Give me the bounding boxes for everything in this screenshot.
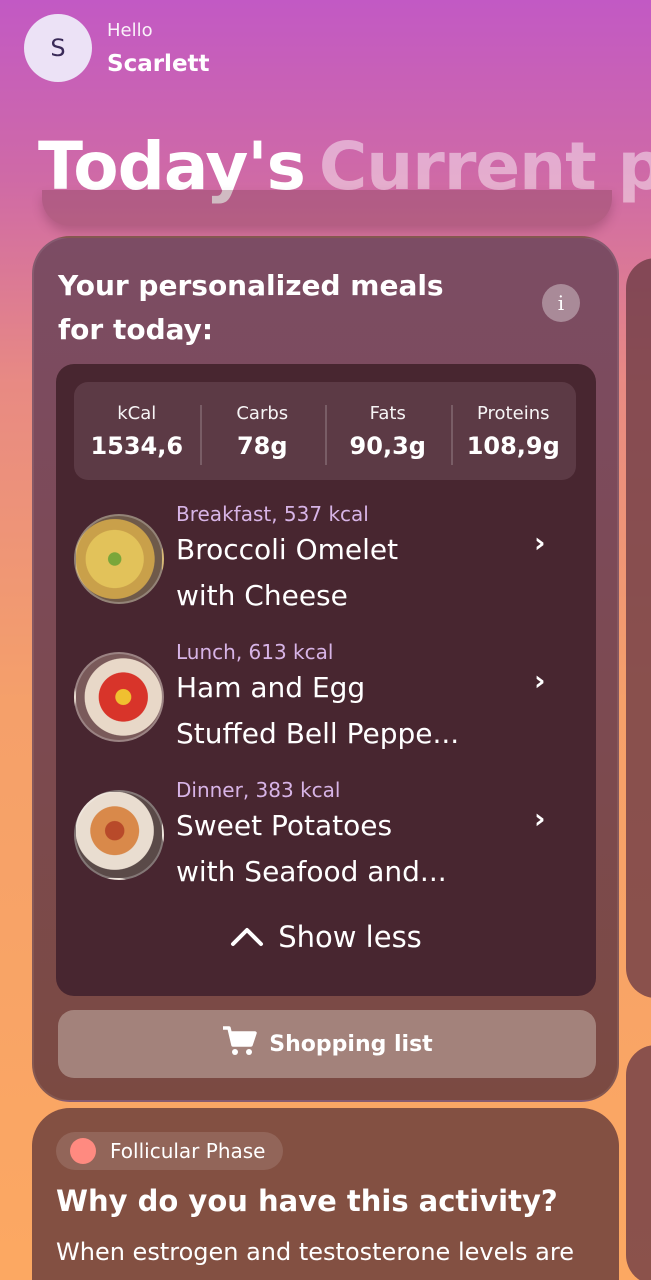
avatar[interactable]: S [24, 14, 92, 82]
meals-panel: kCal 1534,6 Carbs 78g Fats 90,3g Protein… [56, 364, 596, 996]
next-card-peek-2[interactable] [626, 1045, 651, 1280]
previous-card-edge [42, 190, 612, 226]
macro-proteins: Proteins 108,9g [450, 402, 577, 465]
phase-badge: Follicular Phase [56, 1132, 284, 1170]
shopping-list-label: Shopping list [269, 1031, 433, 1057]
meal-type-kcal: Dinner, 383 kcal [176, 778, 341, 802]
macro-kcal: kCal 1534,6 [74, 403, 200, 460]
phase-description: When estrogen and testosterone levels ar… [56, 1238, 574, 1266]
stuffed-pepper-photo [74, 652, 164, 742]
macro-value: 1534,6 [90, 431, 184, 460]
meal-type-kcal: Breakfast, 537 kcal [176, 502, 369, 526]
phase-question: Why do you have this activity? [56, 1184, 558, 1218]
user-name: Scarlett [107, 50, 210, 77]
macro-value: 90,3g [349, 431, 426, 460]
chevron-right-icon[interactable]: › [534, 664, 546, 697]
macro-label: Carbs [236, 402, 289, 424]
meal-name-line2: with Seafood and... [176, 855, 447, 888]
meal-text: Breakfast, 537 kcal Broccoli Omelet with… [176, 502, 521, 618]
meal-name-line1: Broccoli Omelet [176, 533, 399, 566]
meal-text: Dinner, 383 kcal Sweet Potatoes with Sea… [176, 778, 521, 894]
macro-fats: Fats 90,3g [325, 402, 451, 465]
header: S Hello Scarlett [24, 14, 210, 82]
show-less-label: Show less [278, 920, 422, 954]
macro-label: Proteins [477, 402, 550, 424]
greeting-text: Hello [107, 19, 153, 41]
meal-text: Lunch, 613 kcal Ham and Egg Stuffed Bell… [176, 640, 521, 756]
macro-label: kCal [117, 402, 157, 424]
macros-summary: kCal 1534,6 Carbs 78g Fats 90,3g Protein… [74, 382, 576, 480]
meals-card-title: Your personalized meals for today: [58, 269, 444, 346]
cart-icon [221, 1025, 258, 1063]
meal-item-dinner[interactable]: Dinner, 383 kcal Sweet Potatoes with Sea… [74, 778, 576, 888]
greeting-block: Hello Scarlett [107, 20, 210, 77]
chevron-up-icon [230, 920, 264, 954]
meal-name-line2: Stuffed Bell Peppe... [176, 717, 460, 750]
sweet-potato-seafood-photo [74, 790, 164, 880]
shopping-list-button[interactable]: Shopping list [58, 1010, 596, 1078]
macro-label: Fats [369, 402, 406, 424]
show-less-button[interactable]: Show less [56, 920, 596, 954]
macro-carbs: Carbs 78g [199, 402, 326, 465]
macro-value: 108,9g [466, 431, 560, 460]
meals-card: Your personalized meals for today: i kCa… [32, 236, 619, 1102]
meal-name-line1: Sweet Potatoes [176, 809, 393, 842]
broccoli-omelet-photo [74, 514, 164, 604]
phase-card: Follicular Phase Why do you have this ac… [32, 1108, 619, 1280]
meal-name-line1: Ham and Egg [176, 671, 366, 704]
meal-item-lunch[interactable]: Lunch, 613 kcal Ham and Egg Stuffed Bell… [74, 640, 576, 750]
meal-name-line2: with Cheese [176, 579, 348, 612]
chevron-right-icon[interactable]: › [534, 802, 546, 835]
chevron-right-icon[interactable]: › [534, 526, 546, 559]
phase-dot-icon [70, 1138, 96, 1164]
phase-badge-label: Follicular Phase [110, 1139, 266, 1163]
next-card-peek[interactable] [626, 258, 651, 998]
meal-item-breakfast[interactable]: Breakfast, 537 kcal Broccoli Omelet with… [74, 502, 576, 612]
meal-type-kcal: Lunch, 613 kcal [176, 640, 334, 664]
macro-value: 78g [236, 431, 288, 460]
info-icon[interactable]: i [542, 284, 580, 322]
